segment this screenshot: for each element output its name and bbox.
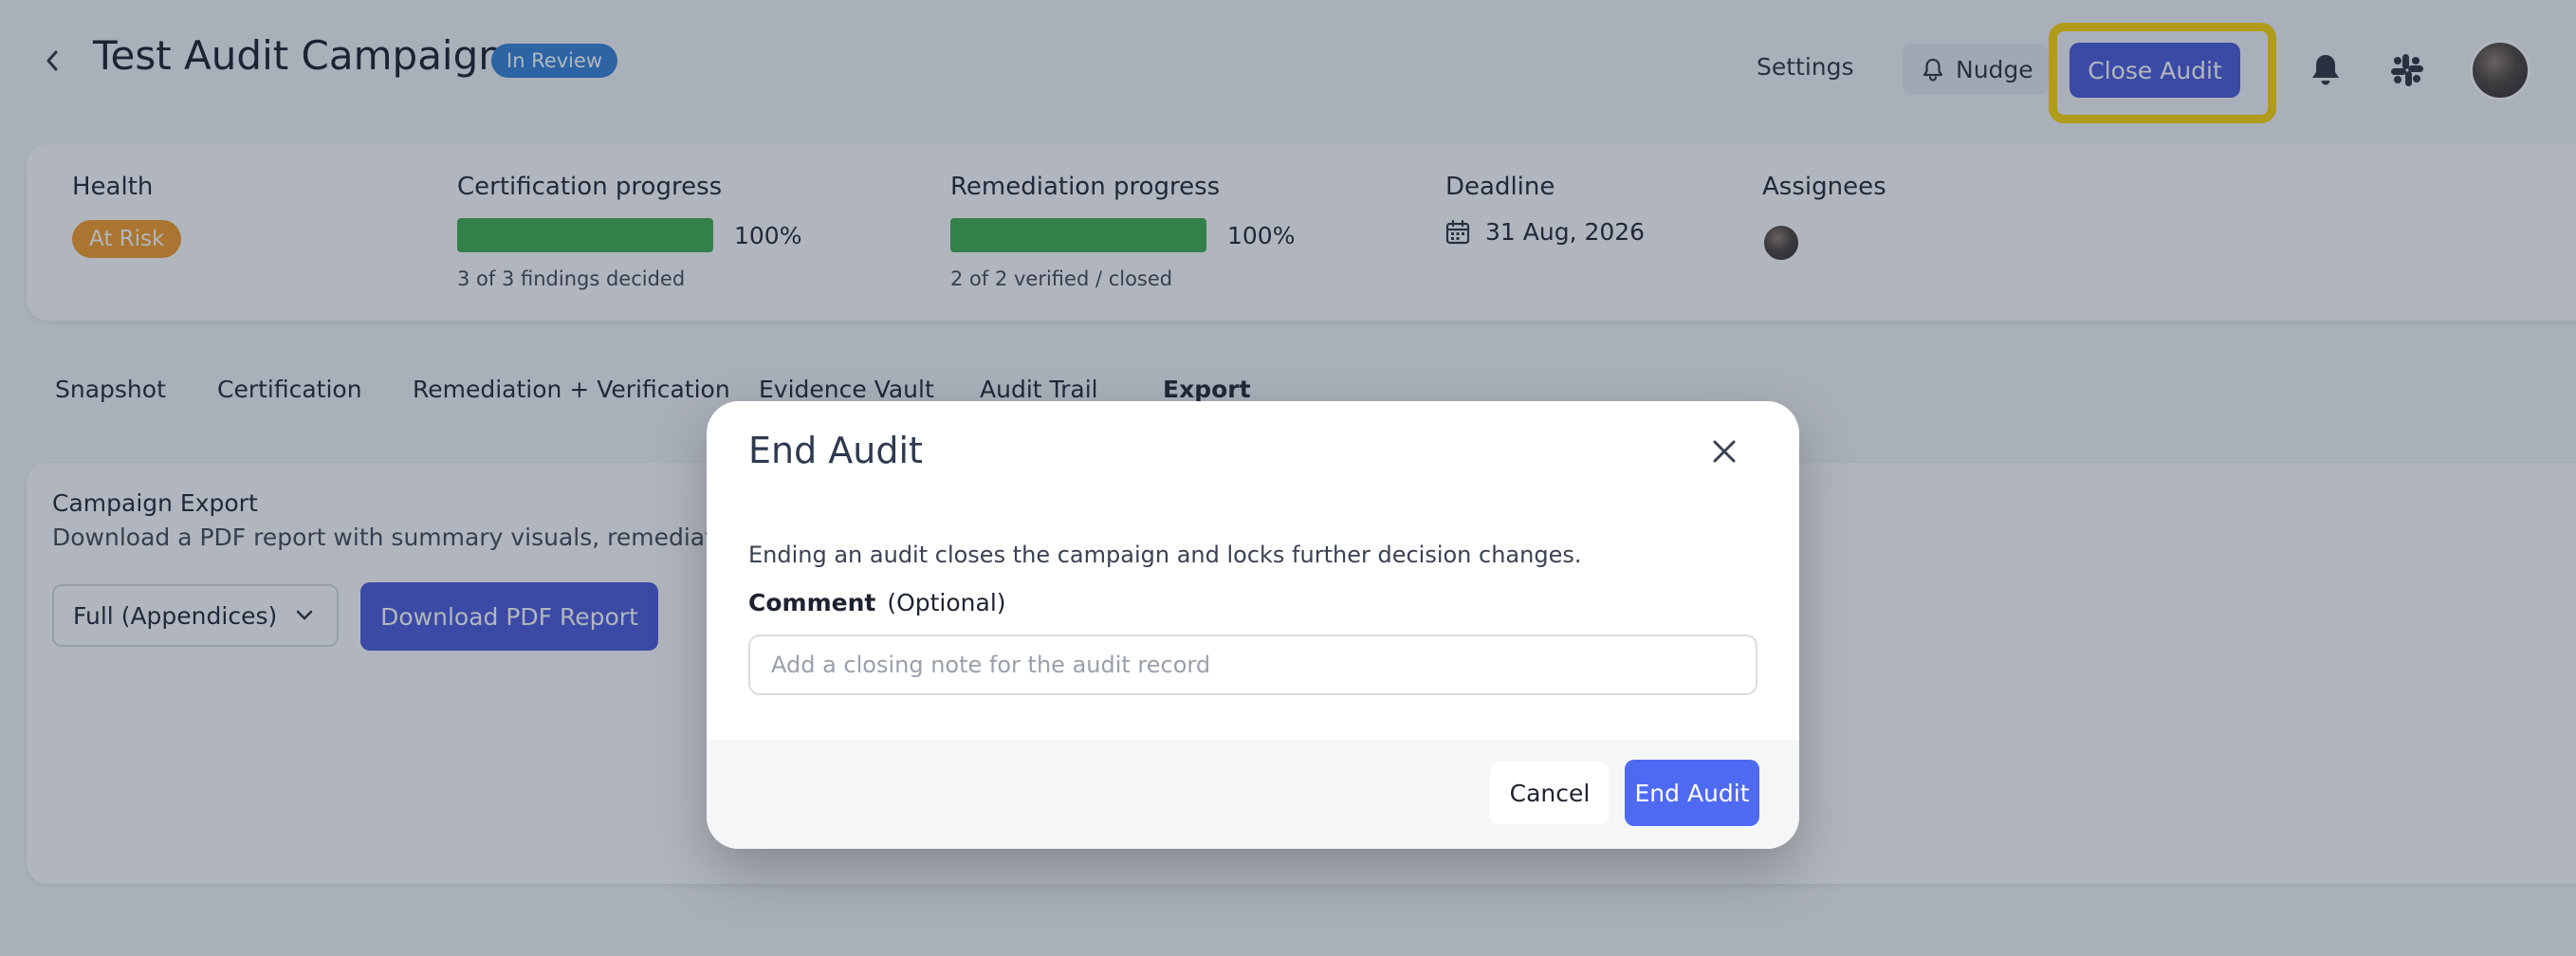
comment-input[interactable] xyxy=(748,634,1757,695)
modal-close-button[interactable] xyxy=(1702,430,1746,473)
close-icon xyxy=(1713,440,1736,463)
modal-description: Ending an audit closes the campaign and … xyxy=(748,542,1582,568)
end-audit-button[interactable]: End Audit xyxy=(1625,760,1759,826)
comment-label-text: Comment xyxy=(748,589,876,616)
audit-campaign-page: Test Audit Campaign In Review Settings N… xyxy=(0,0,2576,956)
end-audit-modal: End Audit Ending an audit closes the cam… xyxy=(707,401,1799,849)
modal-title: End Audit xyxy=(748,430,923,471)
comment-optional-text: (Optional) xyxy=(887,589,1006,616)
comment-label: Comment (Optional) xyxy=(748,589,1006,616)
cancel-button[interactable]: Cancel xyxy=(1490,762,1610,824)
